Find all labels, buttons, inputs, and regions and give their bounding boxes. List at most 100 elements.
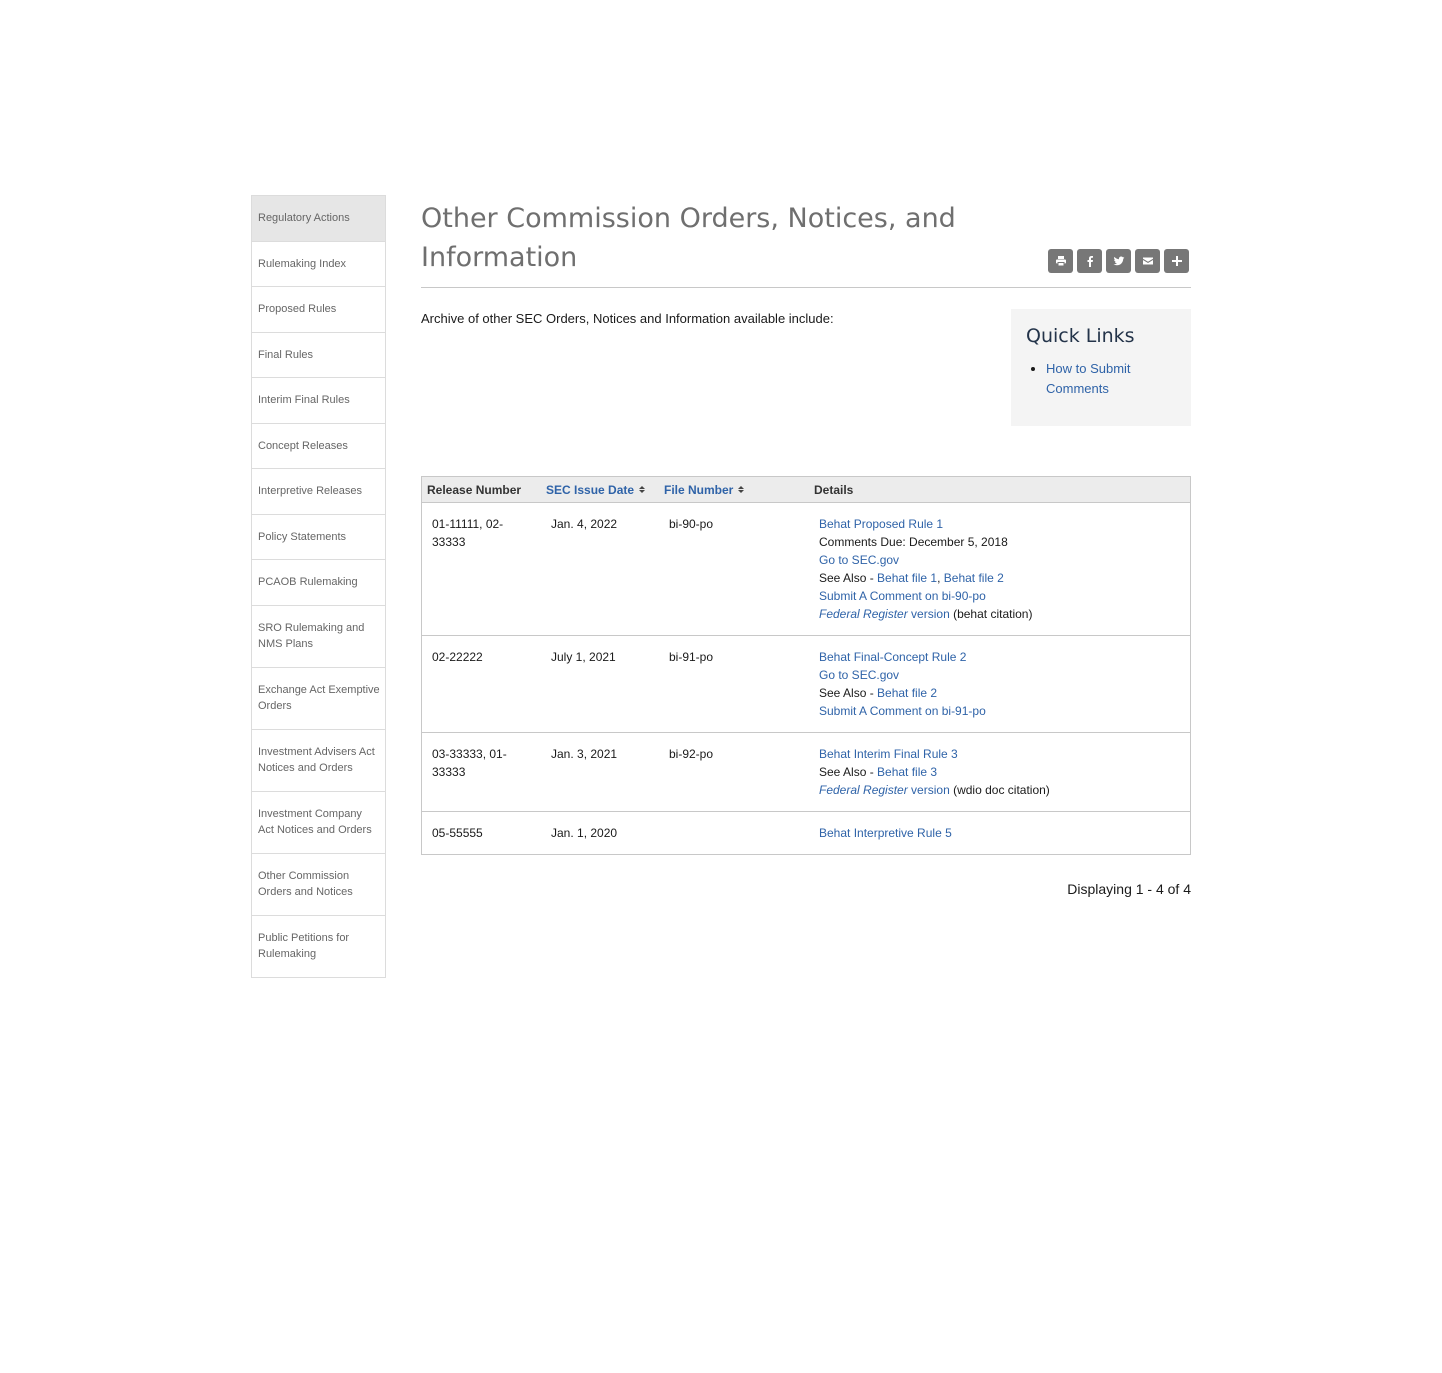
sidebar-item-concept-releases[interactable]: Concept Releases bbox=[252, 424, 385, 469]
see-also-label: See Also - bbox=[819, 571, 878, 585]
sidebar-item-label: Interim Final Rules bbox=[258, 394, 350, 407]
pagination-summary: Displaying 1 - 4 of 4 bbox=[1067, 881, 1191, 897]
sidebar-item-label: Public Petitions for Rulemaking bbox=[258, 932, 350, 960]
sidebar-item-label: Rulemaking Index bbox=[258, 257, 347, 270]
release-title-link[interactable]: Behat Proposed Rule 1 bbox=[819, 517, 943, 531]
file-number-cell: bi-90-po bbox=[669, 517, 714, 531]
submit-comment-link[interactable]: Submit A Comment on bi-91-po bbox=[819, 704, 986, 718]
column-header-label: File Number bbox=[664, 482, 734, 497]
sidebar-item-sro-rulemaking[interactable]: SRO Rulemaking and NMS Plans bbox=[252, 606, 385, 668]
sidebar-item-label: Concept Releases bbox=[258, 439, 348, 452]
see-also-separator: , bbox=[937, 571, 941, 585]
federal-register-link[interactable]: Federal Register version bbox=[819, 607, 950, 621]
sidebar-item-label: PCAOB Rulemaking bbox=[258, 576, 358, 589]
sidebar-item-policy-statements[interactable]: Policy Statements bbox=[252, 515, 385, 560]
release-number-cell: 02-22222 bbox=[432, 650, 483, 664]
sidebar-item-investment-advisers-act[interactable]: Investment Advisers Act Notices and Orde… bbox=[252, 730, 385, 792]
sidebar-item-interpretive-releases[interactable]: Interpretive Releases bbox=[252, 469, 385, 515]
how-to-submit-comments-link[interactable]: How to Submit Comments bbox=[1046, 361, 1131, 396]
column-header-file-number[interactable]: File Number bbox=[659, 483, 809, 497]
see-also-link[interactable]: Behat file 1 bbox=[877, 571, 937, 585]
federal-register-version: version bbox=[907, 783, 950, 797]
title-divider bbox=[421, 287, 1191, 288]
column-header-details: Details bbox=[814, 482, 854, 497]
file-number-cell bbox=[659, 812, 809, 854]
sidebar-nav: Regulatory Actions Rulemaking Index Prop… bbox=[251, 195, 386, 978]
sidebar-item-exchange-act-exemptive-orders[interactable]: Exchange Act Exemptive Orders bbox=[252, 668, 385, 730]
quick-links-heading: Quick Links bbox=[1026, 325, 1135, 347]
go-to-sec-link[interactable]: Go to SEC.gov bbox=[819, 668, 899, 682]
file-number-cell: bi-92-po bbox=[669, 747, 714, 761]
plus-icon bbox=[1171, 256, 1182, 266]
citation-text: (behat citation) bbox=[949, 607, 1033, 621]
print-icon bbox=[1055, 256, 1066, 267]
release-title-link[interactable]: Behat Interim Final Rule 3 bbox=[819, 747, 958, 761]
more-share-button[interactable] bbox=[1164, 249, 1189, 273]
issue-date-cell: Jan. 4, 2022 bbox=[551, 517, 618, 531]
table-row: 01-11111, 02-33333 Jan. 4, 2022 bi-90-po… bbox=[422, 503, 1190, 636]
column-header-release-number: Release Number bbox=[427, 482, 522, 497]
go-to-sec-link[interactable]: Go to SEC.gov bbox=[819, 553, 899, 567]
sort-icon bbox=[738, 486, 745, 493]
release-title-link[interactable]: Behat Final-Concept Rule 2 bbox=[819, 650, 966, 664]
sidebar-item-rulemaking-index[interactable]: Rulemaking Index bbox=[252, 242, 385, 287]
sort-icon bbox=[639, 486, 646, 493]
sidebar-item-pcaob-rulemaking[interactable]: PCAOB Rulemaking bbox=[252, 560, 385, 606]
federal-register-italic: Federal Register bbox=[819, 783, 908, 797]
sidebar-item-label: Proposed Rules bbox=[258, 303, 337, 316]
table-row: 05-55555 Jan. 1, 2020 Behat Interpretive… bbox=[422, 812, 1190, 854]
details-cell: Behat Interpretive Rule 5 bbox=[809, 812, 1190, 854]
federal-register-line: Federal Register version (behat citation… bbox=[819, 605, 1180, 623]
file-number-cell: bi-91-po bbox=[669, 650, 714, 664]
submit-comment-link[interactable]: Submit A Comment on bi-90-po bbox=[819, 589, 986, 603]
sidebar-item-label: Investment Advisers Act Notices and Orde… bbox=[258, 746, 375, 774]
see-also-link[interactable]: Behat file 2 bbox=[944, 571, 1004, 585]
sidebar-item-regulatory-actions[interactable]: Regulatory Actions bbox=[252, 196, 385, 242]
sidebar-item-investment-company-act[interactable]: Investment Company Act Notices and Order… bbox=[252, 792, 385, 854]
quick-links-list: How to Submit Comments bbox=[1026, 359, 1176, 399]
sidebar-item-final-rules[interactable]: Final Rules bbox=[252, 333, 385, 378]
facebook-icon bbox=[1087, 256, 1093, 267]
details-cell: Behat Final-Concept Rule 2 Go to SEC.gov… bbox=[809, 636, 1190, 732]
facebook-share-button[interactable] bbox=[1077, 249, 1102, 273]
see-also-line: See Also - Behat file 1, Behat file 2 bbox=[819, 569, 1180, 587]
email-share-button[interactable] bbox=[1135, 249, 1160, 273]
see-also-link[interactable]: Behat file 2 bbox=[877, 686, 937, 700]
sidebar-item-label: Regulatory Actions bbox=[258, 212, 350, 225]
table-row: 02-22222 July 1, 2021 bi-91-po Behat Fin… bbox=[422, 636, 1190, 733]
issue-date-cell: Jan. 1, 2020 bbox=[551, 826, 618, 840]
table-header: Release Number SEC Issue Date File Numbe… bbox=[422, 477, 1190, 503]
issue-date-cell: July 1, 2021 bbox=[551, 650, 616, 664]
citation-text: (wdio doc citation) bbox=[949, 783, 1050, 797]
sidebar-item-public-petitions[interactable]: Public Petitions for Rulemaking bbox=[252, 916, 385, 978]
release-number-cell: 01-11111, 02-33333 bbox=[432, 517, 504, 549]
sidebar-item-interim-final-rules[interactable]: Interim Final Rules bbox=[252, 378, 385, 424]
sidebar-item-label: SRO Rulemaking and NMS Plans bbox=[258, 622, 365, 650]
see-also-label: See Also - bbox=[819, 765, 878, 779]
sidebar-item-label: Interpretive Releases bbox=[258, 485, 362, 498]
column-header-sec-issue-date[interactable]: SEC Issue Date bbox=[541, 483, 659, 497]
federal-register-link[interactable]: Federal Register version bbox=[819, 783, 950, 797]
details-cell: Behat Proposed Rule 1 Comments Due: Dece… bbox=[809, 503, 1190, 635]
email-icon bbox=[1142, 257, 1153, 265]
release-title-link[interactable]: Behat Interpretive Rule 5 bbox=[819, 826, 952, 840]
table-row: 03-33333, 01-33333 Jan. 3, 2021 bi-92-po… bbox=[422, 733, 1190, 812]
sidebar-item-label: Policy Statements bbox=[258, 530, 347, 543]
see-also-label: See Also - bbox=[819, 686, 878, 700]
comments-due-text: Comments Due: December 5, 2018 bbox=[819, 535, 1008, 549]
see-also-link[interactable]: Behat file 3 bbox=[877, 765, 937, 779]
sidebar-item-proposed-rules[interactable]: Proposed Rules bbox=[252, 287, 385, 333]
release-number-cell: 05-55555 bbox=[432, 826, 483, 840]
sidebar-item-other-commission-orders[interactable]: Other Commission Orders and Notices bbox=[252, 854, 385, 916]
sidebar-item-label: Exchange Act Exemptive Orders bbox=[258, 684, 380, 712]
twitter-icon bbox=[1113, 256, 1124, 266]
federal-register-line: Federal Register version (wdio doc citat… bbox=[819, 781, 1180, 799]
federal-register-italic: Federal Register bbox=[819, 607, 908, 621]
page-title: Other Commission Orders, Notices, and In… bbox=[421, 203, 956, 273]
releases-table: Release Number SEC Issue Date File Numbe… bbox=[421, 476, 1191, 855]
twitter-share-button[interactable] bbox=[1106, 249, 1131, 273]
list-item: How to Submit Comments bbox=[1046, 359, 1176, 399]
release-number-cell: 03-33333, 01-33333 bbox=[432, 747, 507, 779]
column-header-label: SEC Issue Date bbox=[546, 482, 635, 497]
print-button[interactable] bbox=[1048, 249, 1073, 273]
